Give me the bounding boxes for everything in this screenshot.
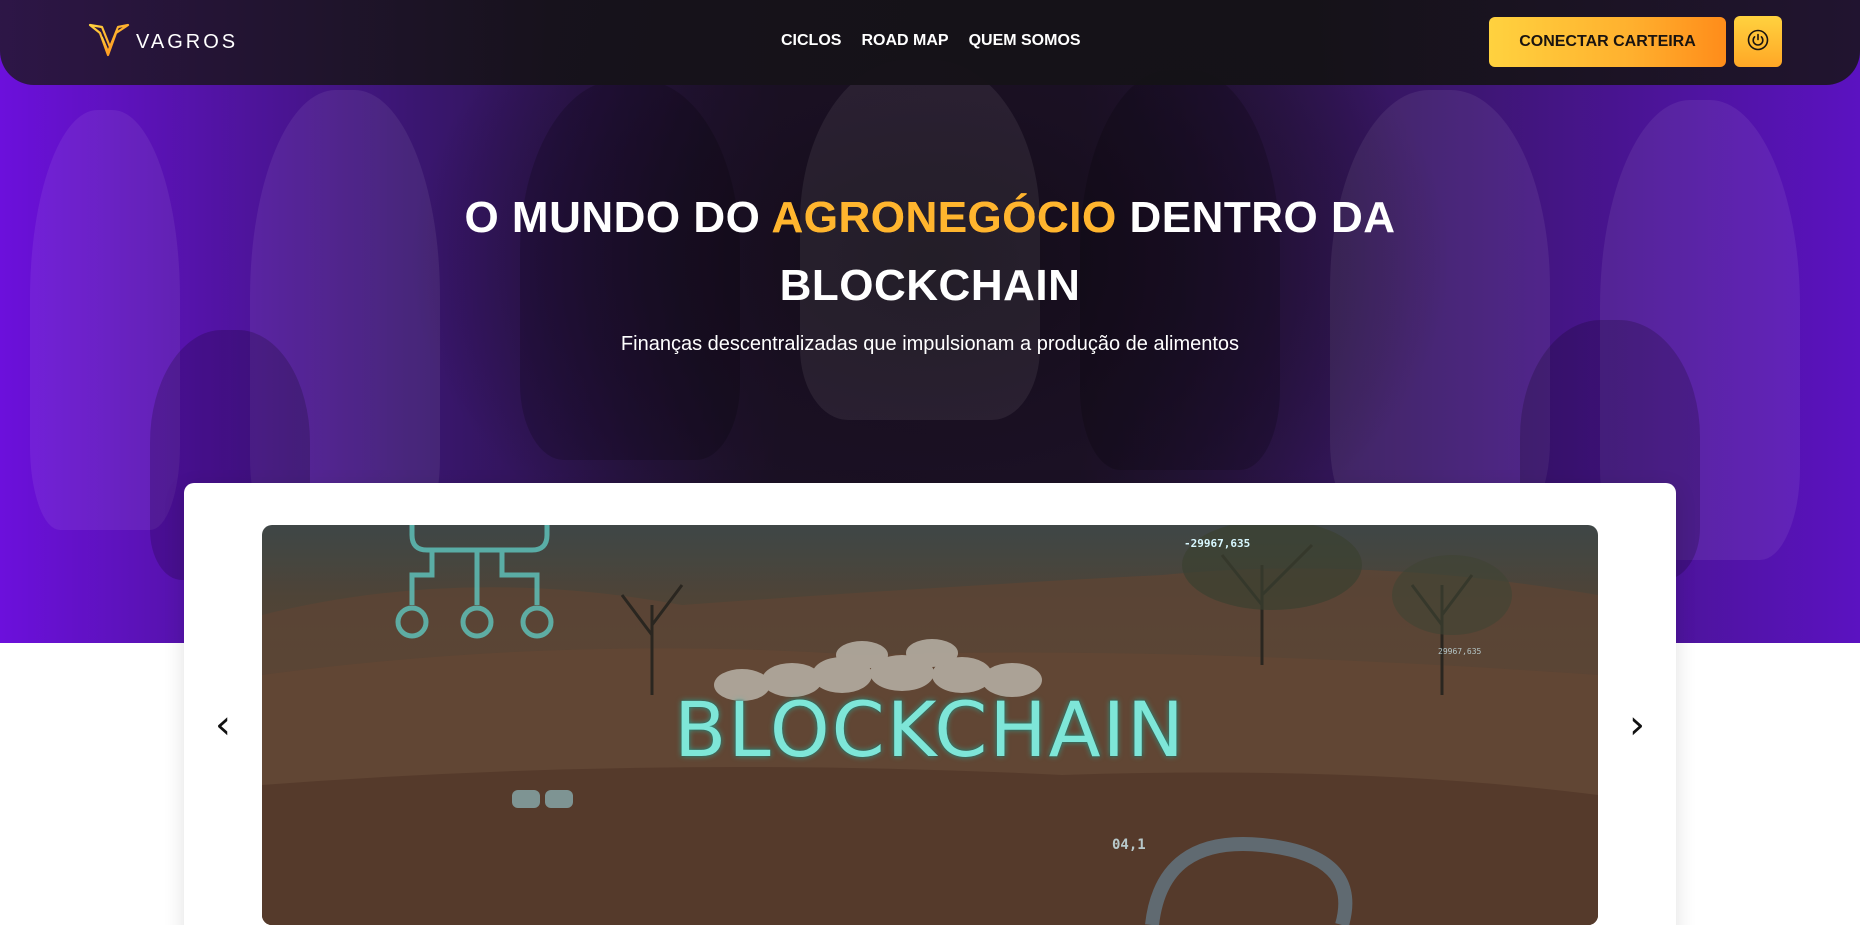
nav-link-quem-somos[interactable]: QUEM SOMOS: [969, 32, 1081, 50]
hud-readout-bottom: 04,1: [1112, 837, 1146, 853]
carousel-next-button[interactable]: ›: [1619, 700, 1655, 750]
power-button[interactable]: [1734, 16, 1782, 67]
page: VAGROS CICLOS ROAD MAP QUEM SOMOS CONECT…: [0, 0, 1860, 925]
hud-readout-top: -29967,635: [1184, 537, 1251, 550]
hud-readout-right: 29967,635: [1438, 647, 1482, 656]
hero-title: O MUNDO DO AGRONEGÓCIO DENTRO DA BLOCKCH…: [400, 184, 1460, 320]
main-nav: CICLOS ROAD MAP QUEM SOMOS: [781, 32, 1101, 50]
vagros-v-logo-icon: [88, 21, 132, 64]
power-icon: [1747, 29, 1769, 54]
connect-wallet-button[interactable]: CONECTAR CARTEIRA: [1489, 17, 1726, 67]
navbar: VAGROS CICLOS ROAD MAP QUEM SOMOS CONECT…: [0, 0, 1860, 85]
hero-title-part1: O MUNDO DO: [464, 193, 772, 242]
brand-name: VAGROS: [136, 30, 239, 53]
logo[interactable]: VAGROS: [88, 22, 238, 62]
chevron-right-icon: ›: [1629, 702, 1645, 748]
chevron-left-icon: ‹: [215, 702, 231, 748]
nav-link-ciclos[interactable]: CICLOS: [781, 32, 841, 50]
carousel-prev-button[interactable]: ‹: [205, 700, 241, 750]
hero-title-accent: AGRONEGÓCIO: [771, 193, 1117, 242]
carousel-slide[interactable]: BLOCKCHAIN -29967,635 29967,635 04,1: [262, 525, 1598, 925]
hero-subtitle: Finanças descentralizadas que impulsiona…: [620, 333, 1240, 355]
nav-link-road-map[interactable]: ROAD MAP: [861, 32, 948, 50]
slide-title: BLOCKCHAIN: [674, 685, 1186, 774]
